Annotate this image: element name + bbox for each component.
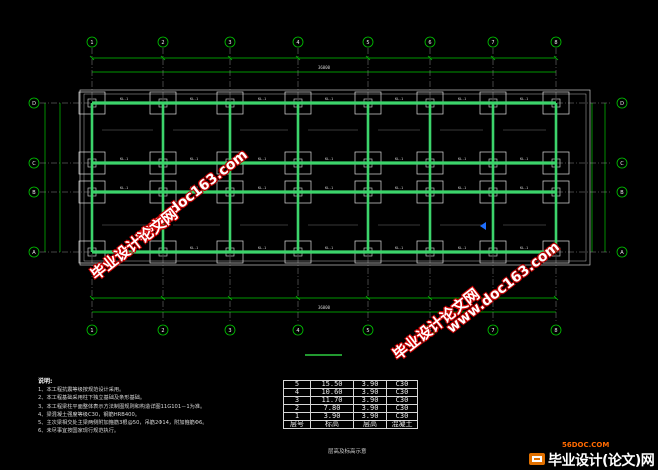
axis-label-left: C xyxy=(32,161,36,167)
beam-label: KL-1 xyxy=(395,97,403,101)
beam-label: KL-1 xyxy=(395,246,403,250)
beam-label: KL-1 xyxy=(458,186,466,190)
beam-label: KL-1 xyxy=(520,186,528,190)
axis-label-top: 6 xyxy=(428,40,431,46)
beam-label: KL-1 xyxy=(458,246,466,250)
beam-label: KL-1 xyxy=(325,186,333,190)
beam-label: KL-1 xyxy=(520,157,528,161)
section-mark-icon xyxy=(480,222,486,230)
axis-label-top: 1 xyxy=(90,40,93,46)
axis-label-left: A xyxy=(32,250,36,256)
axis-label-top: 5 xyxy=(366,40,369,46)
axis-label-top: 7 xyxy=(491,40,494,46)
beam-label: KL-1 xyxy=(520,97,528,101)
note-line-4: 4、梁混凝土强度等级C30，钢筋HRB400。 xyxy=(38,411,140,418)
beam-label: KL-1 xyxy=(120,97,128,101)
axis-label-bottom: 1 xyxy=(90,328,93,334)
axis-label-bottom: 5 xyxy=(366,328,369,334)
axis-label-bottom: 8 xyxy=(554,328,557,334)
axis-label-top: 8 xyxy=(554,40,557,46)
beam-label: KL-1 xyxy=(258,97,266,101)
axis-label-right: C xyxy=(620,161,624,167)
beam-label: KL-1 xyxy=(325,157,333,161)
axis-label-bottom: 2 xyxy=(161,328,164,334)
axis-label-right: D xyxy=(620,101,624,107)
brand-logo-icon xyxy=(529,453,545,465)
note-line-5: 5、主次梁相交处主梁两侧附加箍筋3根@50，吊筋2Φ14，附加箍筋Φ6。 xyxy=(38,420,208,427)
beam-label: KL-1 xyxy=(190,246,198,250)
beam-label: KL-1 xyxy=(520,246,528,250)
axis-label-top: 3 xyxy=(228,40,231,46)
axis-label-right: A xyxy=(620,250,624,256)
beam-label: KL-1 xyxy=(258,186,266,190)
beam-label: KL-1 xyxy=(190,157,198,161)
note-line-1: 1、本工程抗震等级按规范设计采用。 xyxy=(38,387,125,393)
beam-label: KL-1 xyxy=(190,97,198,101)
brand-url: 56DOC.COM xyxy=(562,441,610,449)
design-notes: 说明: 1、本工程抗震等级按规范设计采用。 2、本工程基础采用柱下独立基础及条形… xyxy=(38,378,278,436)
table-caption: 层高及标高示意 xyxy=(328,449,367,455)
axis-label-top: 2 xyxy=(161,40,164,46)
beam-label: KL-1 xyxy=(120,186,128,190)
beam-label: KL-1 xyxy=(325,246,333,250)
note-line-6: 6、未尽事宜按国家现行规范执行。 xyxy=(38,428,120,435)
axis-label-top: 4 xyxy=(296,40,299,46)
dimension-total-top: 36000 xyxy=(318,65,331,70)
beam-label: KL-1 xyxy=(120,157,128,161)
beam-label: KL-1 xyxy=(258,246,266,250)
floor-level-table: 5 15.50 3.90 C30 4 10.60 3.90 C30 3 11.7… xyxy=(283,380,418,429)
axis-label-bottom: 7 xyxy=(491,328,494,334)
brand-name: 毕业设计(论文)网 xyxy=(548,453,655,469)
cad-drawing-canvas[interactable]: 1 1 2 2 3 3 4 4 5 5 6 6 7 7 8 8 D D C C B B A A 36000 36000 KL-1 KL… xyxy=(0,0,658,470)
axis-label-right: B xyxy=(620,190,624,196)
axis-label-bottom: 4 xyxy=(296,328,299,334)
note-line-3: 3、本工程梁柱平面整体表示方法制图规则和构造详图11G101－1为准。 xyxy=(38,403,206,410)
table-row: 层号 标高 层高 混凝土 xyxy=(283,420,418,429)
beam-label: KL-1 xyxy=(395,157,403,161)
axis-label-left: B xyxy=(32,190,36,196)
beam-label: KL-1 xyxy=(325,97,333,101)
axis-label-bottom: 3 xyxy=(228,328,231,334)
site-brand: 56DOC.COM 毕业设计(论文)网 xyxy=(520,441,658,470)
dimension-total-bottom: 36000 xyxy=(318,305,331,310)
beam-label: KL-1 xyxy=(395,186,403,190)
beam-label: KL-1 xyxy=(458,157,466,161)
beam-label: KL-1 xyxy=(258,157,266,161)
axis-label-left: D xyxy=(32,101,36,107)
notes-title: 说明: xyxy=(38,378,53,385)
beam-label: KL-1 xyxy=(458,97,466,101)
note-line-2: 2、本工程基础采用柱下独立基础及条形基础。 xyxy=(38,395,146,402)
